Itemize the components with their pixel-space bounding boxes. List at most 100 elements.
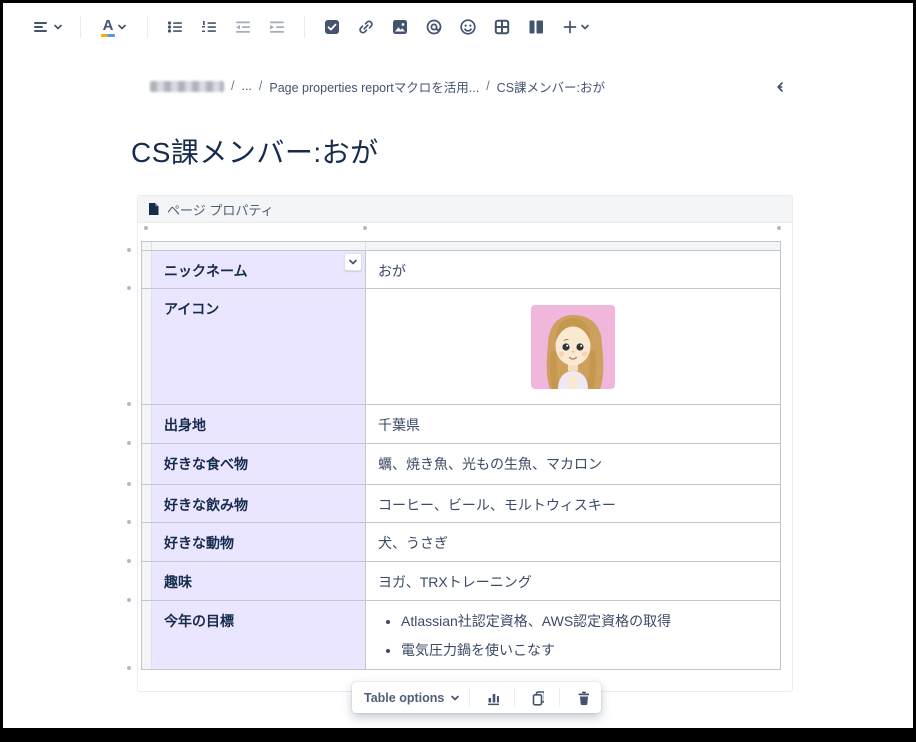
chevron-down-icon bbox=[450, 693, 460, 703]
value-cell[interactable]: コーヒー、ビール、モルトウィスキー bbox=[366, 485, 780, 522]
breadcrumb-separator: / bbox=[486, 79, 489, 93]
numbered-list-icon bbox=[199, 17, 219, 37]
cell-options-button[interactable] bbox=[344, 253, 362, 271]
column-resize-handle[interactable] bbox=[777, 226, 781, 230]
emoji-button[interactable] bbox=[455, 14, 481, 40]
copy-table-button[interactable] bbox=[524, 685, 550, 711]
table-row: 好きな動物 犬、うさぎ bbox=[142, 523, 780, 562]
macro-label: ページ プロパティ bbox=[167, 200, 274, 219]
row-resize-handle[interactable] bbox=[127, 248, 131, 252]
row-control[interactable] bbox=[142, 444, 152, 484]
row-control[interactable] bbox=[142, 289, 152, 404]
value-cell[interactable] bbox=[366, 289, 780, 404]
image-button[interactable] bbox=[387, 14, 413, 40]
header-cell[interactable]: ニックネーム bbox=[152, 251, 366, 288]
toolbar-divider bbox=[80, 16, 81, 38]
mention-icon bbox=[424, 17, 444, 37]
action-item-button[interactable] bbox=[319, 14, 345, 40]
row-resize-handle[interactable] bbox=[127, 520, 131, 524]
value-cell[interactable]: ヨガ、TRXトレーニング bbox=[366, 562, 780, 600]
header-cell[interactable]: 好きな食べ物 bbox=[152, 444, 366, 484]
link-button[interactable] bbox=[353, 14, 379, 40]
mention-button[interactable] bbox=[421, 14, 447, 40]
delete-table-button[interactable] bbox=[569, 685, 595, 711]
value-cell[interactable]: 千葉県 bbox=[366, 405, 780, 443]
task-checkbox-icon bbox=[322, 17, 342, 37]
table-row: ニックネーム おが bbox=[142, 251, 780, 289]
row-resize-handle[interactable] bbox=[127, 559, 131, 563]
breadcrumb-separator: / bbox=[231, 79, 234, 93]
macro-header[interactable]: ページ プロパティ bbox=[138, 196, 792, 223]
table-floating-toolbar: Table options bbox=[352, 682, 601, 713]
value-cell[interactable]: おが bbox=[366, 251, 780, 288]
row-control[interactable] bbox=[142, 251, 152, 288]
editor-page: A bbox=[3, 3, 913, 728]
header-cell[interactable]: 好きな飲み物 bbox=[152, 485, 366, 522]
insert-more-button[interactable] bbox=[557, 14, 595, 40]
outdent-button[interactable] bbox=[230, 14, 256, 40]
image-icon bbox=[390, 17, 410, 37]
chevron-down-icon bbox=[53, 22, 63, 32]
row-resize-handle[interactable] bbox=[127, 598, 131, 602]
chart-button[interactable] bbox=[479, 685, 505, 711]
header-cell[interactable]: 今年の目標 bbox=[152, 601, 366, 669]
app-window: A bbox=[0, 0, 916, 742]
breadcrumb: / ... / Page properties reportマクロを活用... … bbox=[150, 78, 773, 94]
row-control[interactable] bbox=[142, 485, 152, 522]
text-color-button[interactable]: A bbox=[95, 14, 133, 40]
breadcrumb-item-parent[interactable]: Page properties reportマクロを活用... bbox=[269, 77, 479, 96]
row-resize-handle[interactable] bbox=[127, 441, 131, 445]
header-cell[interactable]: 出身地 bbox=[152, 405, 366, 443]
breadcrumb-item-redacted[interactable] bbox=[150, 81, 224, 92]
table-icon bbox=[492, 17, 512, 37]
row-control[interactable] bbox=[142, 601, 152, 669]
list-item[interactable]: 電気圧力鍋を使いこなす bbox=[401, 640, 768, 660]
table-row: 今年の目標 Atlassian社認定資格、AWS認定資格の取得 電気圧力鍋を使い… bbox=[142, 601, 780, 669]
header-cell[interactable]: 好きな動物 bbox=[152, 523, 366, 561]
breadcrumb-separator: / bbox=[259, 79, 262, 93]
chevron-down-icon bbox=[117, 22, 127, 32]
layouts-icon bbox=[526, 17, 546, 37]
list-item[interactable]: Atlassian社認定資格、AWS認定資格の取得 bbox=[401, 611, 768, 631]
column-controls-bar[interactable] bbox=[142, 242, 780, 251]
table-options-button[interactable]: Table options bbox=[364, 691, 460, 705]
text-color-icon: A bbox=[101, 18, 115, 37]
text-align-icon bbox=[31, 17, 51, 37]
indent-button[interactable] bbox=[264, 14, 290, 40]
editor-toolbar: A bbox=[28, 13, 595, 41]
bar-chart-icon bbox=[485, 689, 499, 707]
page-title[interactable]: CS課メンバー:おが bbox=[131, 131, 379, 171]
breadcrumb-ellipsis[interactable]: ... bbox=[241, 79, 251, 93]
row-resize-handle[interactable] bbox=[127, 666, 131, 670]
column-control[interactable] bbox=[152, 242, 366, 250]
expand-width-icon bbox=[775, 80, 785, 94]
breadcrumb-item-current[interactable]: CS課メンバー:おが bbox=[497, 77, 605, 96]
header-cell-label: ニックネーム bbox=[164, 263, 248, 279]
layouts-button[interactable] bbox=[523, 14, 549, 40]
table-button[interactable] bbox=[489, 14, 515, 40]
row-resize-handle[interactable] bbox=[127, 402, 131, 406]
column-resize-handle[interactable] bbox=[363, 226, 367, 230]
value-cell[interactable]: 犬、うさぎ bbox=[366, 523, 780, 561]
value-cell[interactable]: 蠣、焼き魚、光もの生魚、マカロン bbox=[366, 444, 780, 484]
header-cell[interactable]: 趣味 bbox=[152, 562, 366, 600]
text-align-button[interactable] bbox=[28, 14, 66, 40]
bullet-list-button[interactable] bbox=[162, 14, 188, 40]
indent-icon bbox=[267, 17, 287, 37]
row-control[interactable] bbox=[142, 405, 152, 443]
table-row: 好きな飲み物 コーヒー、ビール、モルトウィスキー bbox=[142, 485, 780, 523]
emoji-icon bbox=[458, 17, 478, 37]
link-icon bbox=[356, 17, 376, 37]
row-resize-handle[interactable] bbox=[127, 482, 131, 486]
table-corner-control[interactable] bbox=[142, 242, 152, 250]
expand-width-button[interactable] bbox=[769, 77, 791, 97]
header-cell[interactable]: アイコン bbox=[152, 289, 366, 404]
row-control[interactable] bbox=[142, 523, 152, 561]
avatar[interactable] bbox=[531, 305, 615, 389]
row-control[interactable] bbox=[142, 562, 152, 600]
table-row: 出身地 千葉県 bbox=[142, 405, 780, 444]
row-resize-handle[interactable] bbox=[127, 286, 131, 290]
numbered-list-button[interactable] bbox=[196, 14, 222, 40]
column-resize-handle[interactable] bbox=[144, 226, 148, 230]
value-cell[interactable]: Atlassian社認定資格、AWS認定資格の取得 電気圧力鍋を使いこなす bbox=[366, 601, 780, 669]
